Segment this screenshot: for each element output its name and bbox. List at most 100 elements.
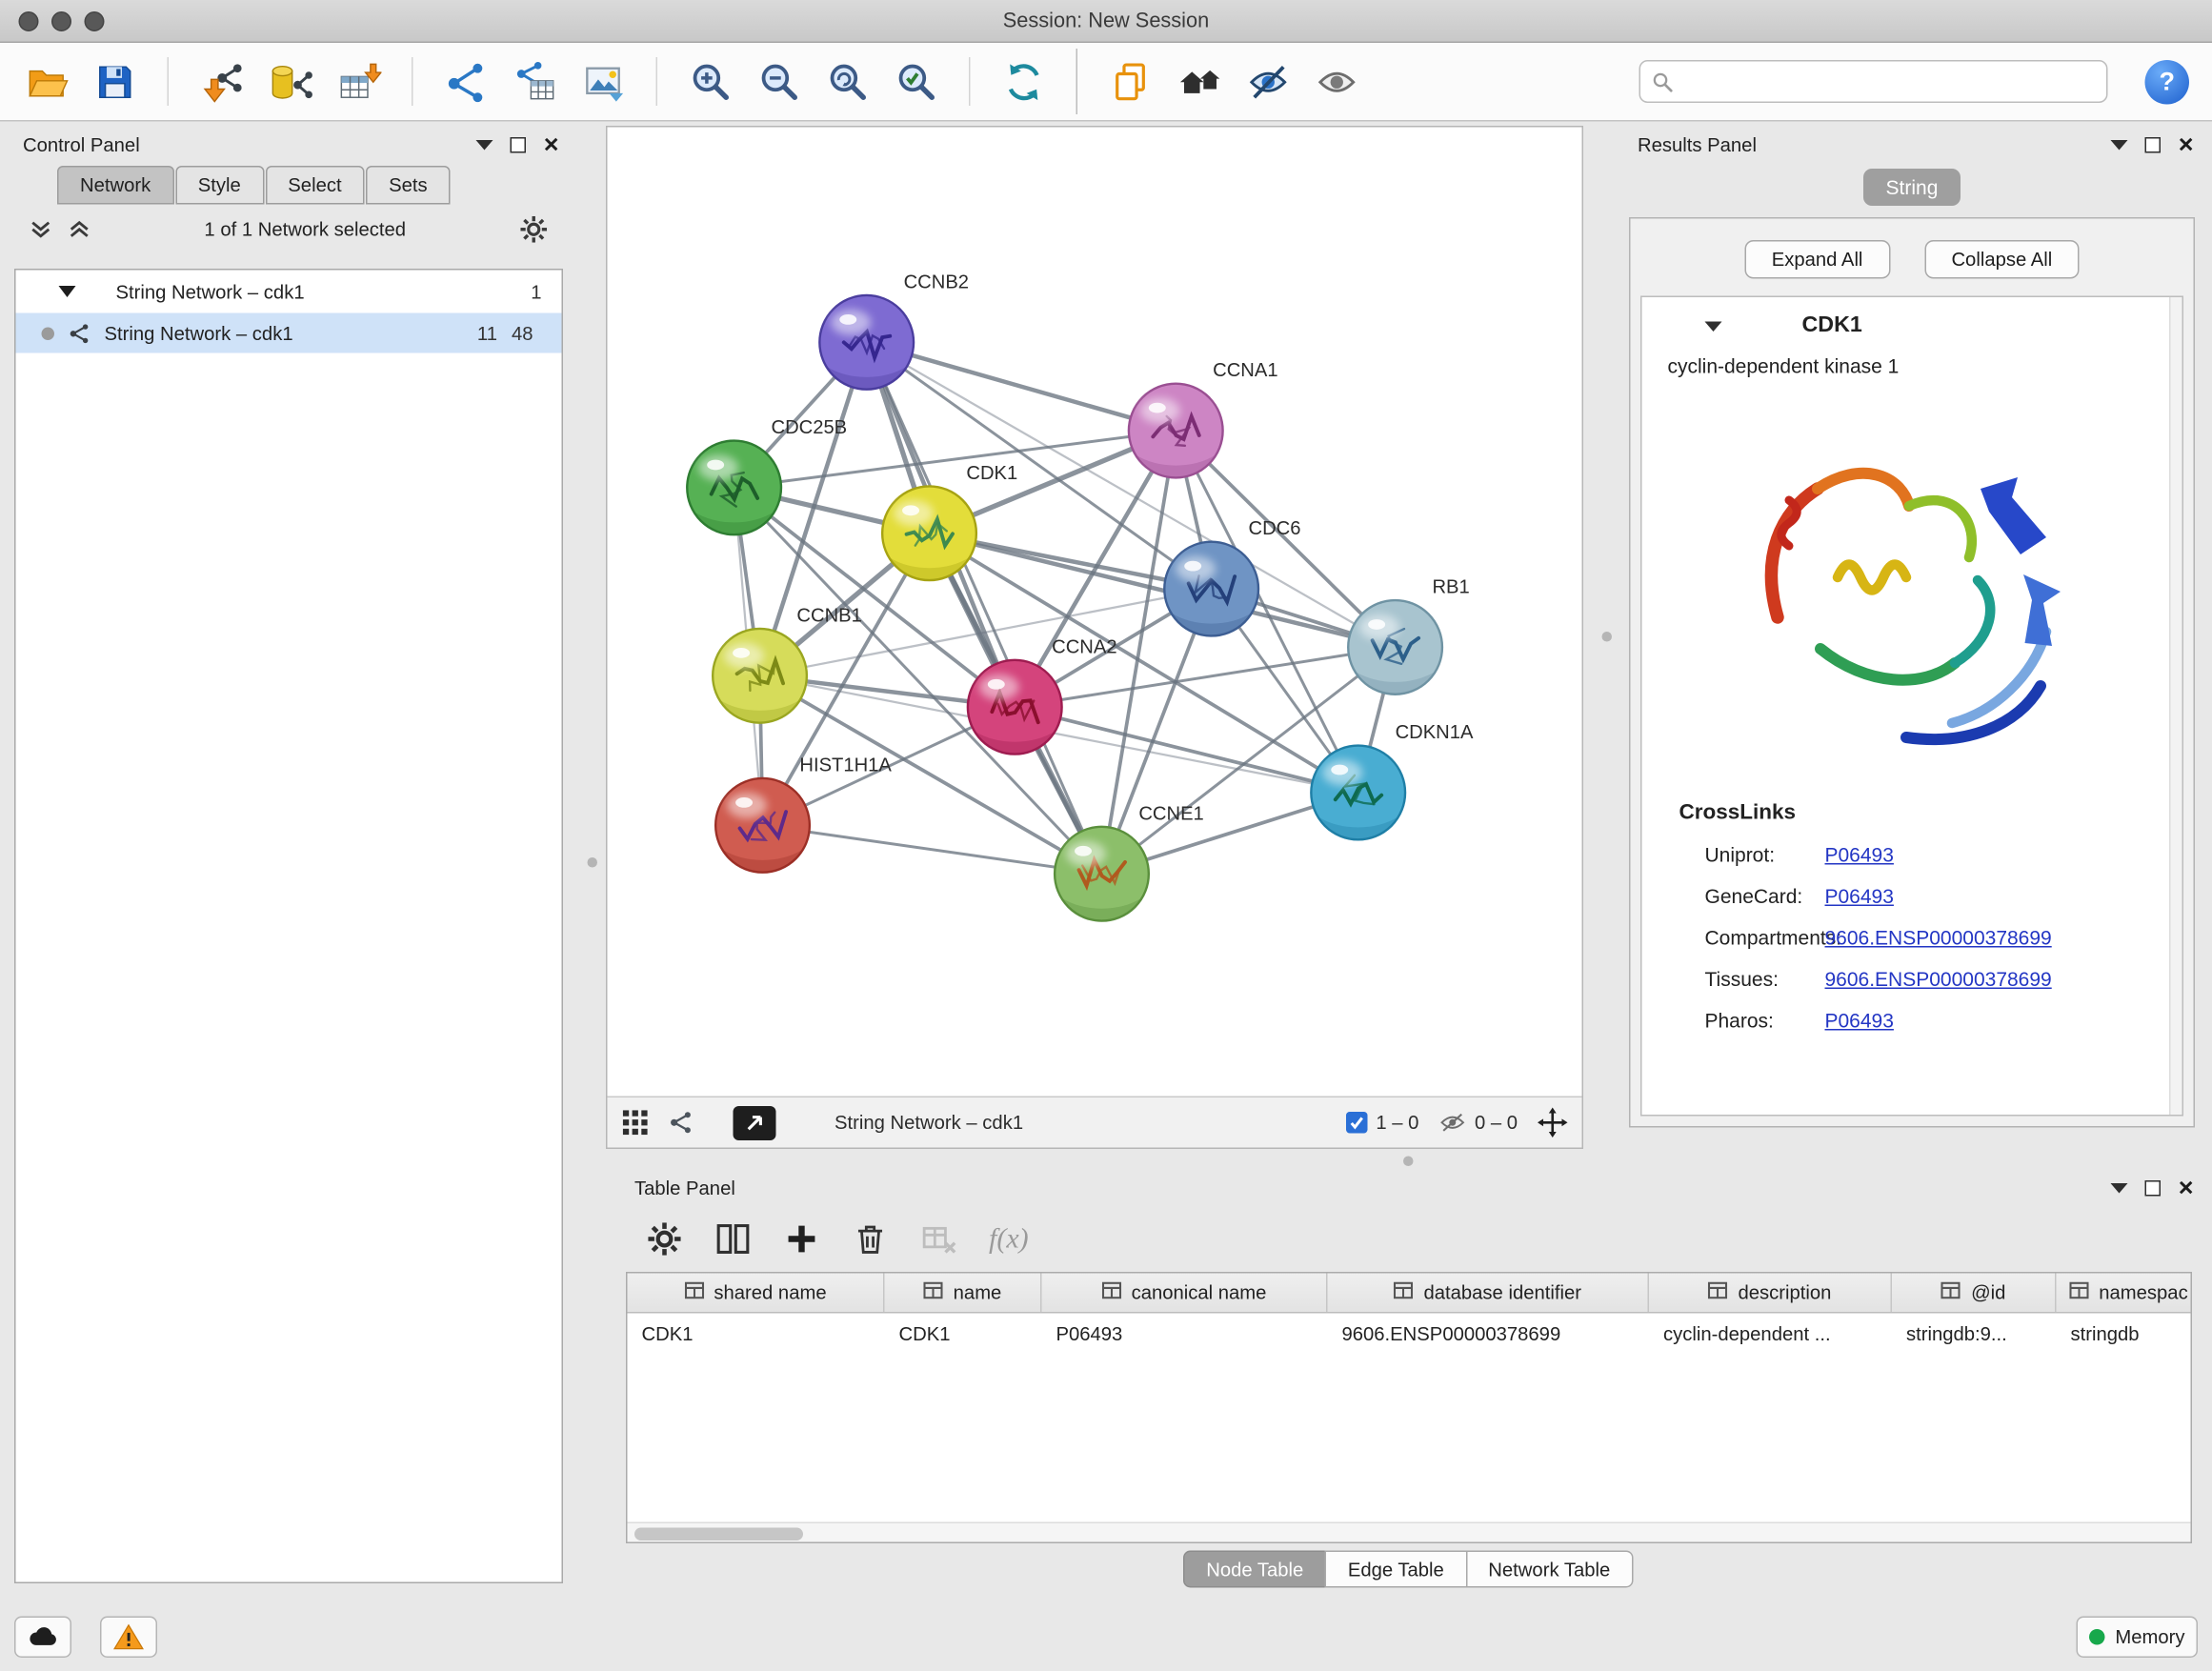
panel-close-icon[interactable]: ×	[2179, 131, 2194, 157]
panel-menu-icon[interactable]	[476, 139, 493, 150]
tab-network-table[interactable]: Network Table	[1465, 1551, 1633, 1588]
tab-select[interactable]: Select	[265, 166, 364, 205]
minimize-window-button[interactable]	[51, 10, 71, 30]
import-network-database-button[interactable]	[262, 51, 319, 111]
tab-edge-table[interactable]: Edge Table	[1325, 1551, 1467, 1588]
network-node-CDKN1A[interactable]: CDKN1A	[1311, 722, 1474, 839]
network-view-icon[interactable]	[668, 1109, 695, 1137]
tab-string[interactable]: String	[1863, 169, 1961, 206]
network-node-CCNB2[interactable]: CCNB2	[819, 272, 969, 389]
collapse-all-icon[interactable]	[29, 216, 53, 241]
network-canvas[interactable]: CCNB2CCNA1CDC25BCDK1CDC6RB1CCNB1CCNA2CDK…	[608, 128, 1582, 1097]
show-hide-button[interactable]	[1308, 51, 1365, 111]
crosslink-uniprot-link[interactable]: P06493	[1825, 842, 1894, 865]
panel-float-icon[interactable]	[511, 136, 527, 152]
zoom-in-button[interactable]	[682, 51, 739, 111]
search-input[interactable]	[1682, 70, 2096, 92]
memory-button[interactable]: Memory	[2077, 1616, 2198, 1658]
open-session-button[interactable]	[17, 51, 74, 111]
panel-float-icon[interactable]	[2145, 1179, 2162, 1196]
tab-network[interactable]: Network	[57, 166, 173, 205]
copy-annotation-button[interactable]	[1102, 51, 1159, 111]
network-node-HIST1H1A[interactable]: HIST1H1A	[715, 755, 892, 873]
new-network-button[interactable]	[437, 51, 494, 111]
crosslink-genecard-link[interactable]: P06493	[1825, 884, 1894, 907]
table-cell[interactable]: stringdb	[2057, 1314, 2193, 1354]
panel-float-icon[interactable]	[2145, 136, 2162, 152]
splitter-handle[interactable]	[1403, 1157, 1414, 1167]
crosslink-tissues-link[interactable]: 9606.ENSP00000378699	[1825, 967, 2052, 990]
checkbox-icon[interactable]	[1346, 1112, 1368, 1134]
column-label: database identifier	[1423, 1282, 1580, 1304]
splitter-handle[interactable]	[588, 857, 598, 868]
gear-icon[interactable]	[646, 1220, 683, 1258]
column-header-shared-name[interactable]: shared name	[628, 1274, 885, 1313]
network-node-RB1[interactable]: RB1	[1348, 577, 1470, 695]
import-network-file-button[interactable]	[193, 51, 251, 111]
column-header-description[interactable]: description	[1649, 1274, 1892, 1313]
splitter-handle[interactable]	[1602, 632, 1613, 642]
tree-expand-icon[interactable]	[59, 286, 76, 297]
gene-collapse-icon[interactable]	[1705, 321, 1722, 332]
table-cell[interactable]: 9606.ENSP00000378699	[1328, 1314, 1650, 1354]
crosslink-compartments-link[interactable]: 9606.ENSP00000378699	[1825, 925, 2052, 948]
gear-icon[interactable]	[519, 213, 550, 244]
table-cell[interactable]: stringdb:9...	[1892, 1314, 2057, 1354]
import-table-button[interactable]	[331, 51, 388, 111]
column-header-namespac[interactable]: namespac	[2057, 1274, 2193, 1313]
pan-crosshair-icon[interactable]	[1538, 1108, 1568, 1138]
panel-menu-icon[interactable]	[2111, 1182, 2128, 1193]
scrollbar-thumb[interactable]	[634, 1527, 803, 1540]
results-scrollbar[interactable]	[2169, 297, 2182, 1115]
table-cell[interactable]: CDK1	[628, 1314, 885, 1354]
horizontal-scrollbar[interactable]	[628, 1522, 2191, 1542]
collapse-all-button[interactable]: Collapse All	[1924, 240, 2080, 279]
table-cell[interactable]: cyclin-dependent ...	[1649, 1314, 1892, 1354]
crosslink-pharos-link[interactable]: P06493	[1825, 1008, 1894, 1031]
column-header-name[interactable]: name	[885, 1274, 1042, 1313]
table-cell[interactable]: P06493	[1042, 1314, 1328, 1354]
hide-panels-button[interactable]	[1171, 51, 1228, 111]
zoom-fit-button[interactable]	[819, 51, 876, 111]
save-session-button[interactable]	[86, 51, 143, 111]
network-node-CCNB1[interactable]: CCNB1	[713, 605, 862, 722]
panel-menu-icon[interactable]	[2111, 139, 2128, 150]
table-cell[interactable]: CDK1	[885, 1314, 1042, 1354]
trash-icon[interactable]	[852, 1220, 889, 1258]
network-collection-row[interactable]: String Network – cdk1 1	[16, 271, 562, 313]
network-row-selected[interactable]: String Network – cdk1 11 48	[16, 313, 562, 353]
help-button[interactable]: ?	[2145, 59, 2190, 104]
grid-view-icon[interactable]	[622, 1109, 650, 1137]
panel-close-icon[interactable]: ×	[2179, 1175, 2194, 1200]
network-edge-CCNB2-CCNE1[interactable]	[867, 342, 1102, 874]
column-header-database-identifier[interactable]: database identifier	[1328, 1274, 1650, 1313]
close-window-button[interactable]	[19, 10, 39, 30]
expand-all-icon[interactable]	[68, 216, 92, 241]
tab-style[interactable]: Style	[175, 166, 264, 205]
network-node-CCNA1[interactable]: CCNA1	[1129, 360, 1278, 477]
add-column-icon[interactable]	[783, 1220, 820, 1258]
show-graphics-details-button[interactable]	[1239, 51, 1297, 111]
column-header-canonical-name[interactable]: canonical name	[1042, 1274, 1328, 1313]
birds-eye-view-button[interactable]	[734, 1105, 776, 1139]
tab-node-table[interactable]: Node Table	[1183, 1551, 1326, 1588]
network-node-CDK1[interactable]: CDK1	[882, 463, 1017, 580]
panel-close-icon[interactable]: ×	[544, 131, 559, 157]
table-row[interactable]: CDK1CDK1P064939606.ENSP00000378699cyclin…	[628, 1314, 2191, 1354]
cloud-status-button[interactable]	[14, 1616, 71, 1658]
expand-all-button[interactable]: Expand All	[1744, 240, 1890, 279]
zoom-window-button[interactable]	[85, 10, 105, 30]
search-box[interactable]	[1639, 60, 2108, 103]
show-columns-icon[interactable]	[714, 1220, 752, 1258]
new-network-table-button[interactable]	[506, 51, 563, 111]
column-header--id[interactable]: @id	[1892, 1274, 2057, 1313]
tab-sets[interactable]: Sets	[366, 166, 451, 205]
export-image-button[interactable]	[574, 51, 632, 111]
warnings-button[interactable]	[100, 1616, 157, 1658]
zoom-selected-button[interactable]	[888, 51, 945, 111]
network-edge-CCNB2-CCNA1[interactable]	[867, 342, 1176, 431]
zoom-out-button[interactable]	[751, 51, 808, 111]
network-edge-HIST1H1A-CCNE1[interactable]	[763, 825, 1102, 874]
refresh-button[interactable]	[995, 51, 1052, 111]
function-builder-button[interactable]: f(x)	[989, 1222, 1029, 1256]
